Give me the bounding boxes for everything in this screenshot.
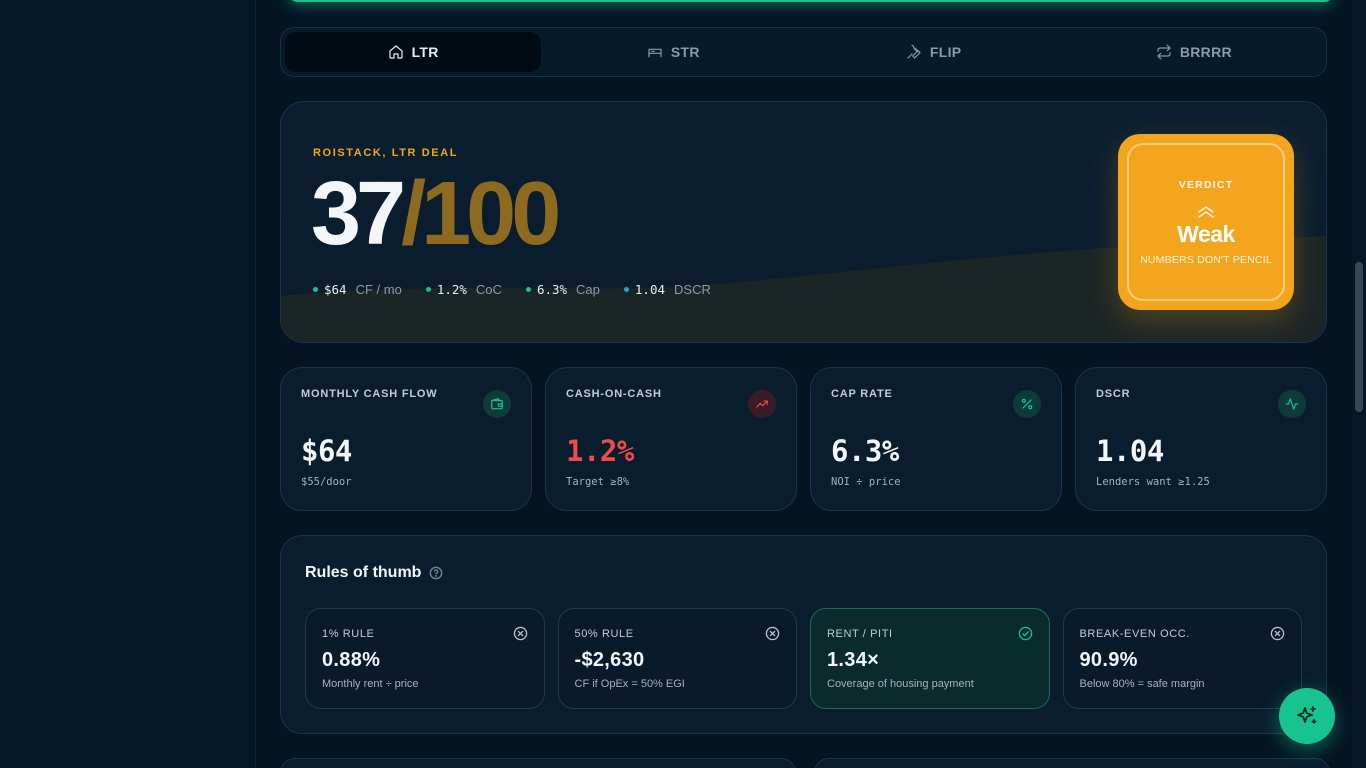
rule-value: 0.88% [322,649,381,671]
kpi-card-cash-flow: MONTHLY CASH FLOW $64 $55/door [280,367,532,511]
metric-cash-flow: $64 CF / mo [313,282,402,297]
x-circle-icon [1270,626,1285,641]
activity-icon [1278,390,1306,418]
main-content: LTR STR FLIP BRRRR ROISTACK, LTR DEAL 37… [256,0,1352,768]
verdict-subtitle: NUMBERS DON'T PENCIL [1140,254,1272,266]
chevrons-up-icon [1198,206,1214,218]
kpi-value: 1.04 [1096,434,1164,468]
metric-value: 1.2% [436,282,467,297]
wallet-icon [483,390,511,418]
tab-flip[interactable]: FLIP [806,32,1062,72]
kpi-subtitle: Lenders want ≥1.25 [1096,476,1210,488]
rule-value: 1.34× [827,649,880,671]
tab-brrrr[interactable]: BRRRR [1066,32,1322,72]
kpi-card-cash-on-cash: CASH-ON-CASH 1.2% Target ≥8% [545,367,797,511]
rule-subtitle: Coverage of housing payment [827,678,974,690]
tab-label: BRRRR [1179,44,1232,60]
repeat-icon [1157,44,1171,60]
verdict-badge: VERDICT Weak NUMBERS DON'T PENCIL [1118,134,1294,310]
scrollbar[interactable] [1352,0,1366,768]
kpi-label: CAP RATE [831,388,893,400]
status-dot [525,287,531,292]
ai-assistant-button[interactable] [1279,688,1335,744]
primary-action-button[interactable] [288,0,1334,2]
metric-dscr: 1.04 DSCR [623,282,711,297]
metric-value: $64 [324,282,347,297]
status-dot [313,287,318,292]
kpi-subtitle: $55/door [301,476,352,488]
check-circle-icon [1018,626,1032,641]
status-dot [623,287,629,292]
verdict-word: Weak [1177,221,1235,247]
next-panel-left [280,758,796,768]
rule-label: 50% RULE [574,628,634,640]
metric-value: 6.3% [536,282,568,297]
status-dot [425,287,431,292]
kpi-subtitle: NOI ÷ price [831,476,901,488]
kpi-label: MONTHLY CASH FLOW [301,388,438,400]
tab-str[interactable]: STR [545,32,801,72]
rule-subtitle: CF if OpEx = 50% EGI [574,678,685,690]
rules-grid: 1% RULE 0.88% Monthly rent ÷ price 50% R… [305,608,1302,709]
kpi-value: 1.2% [566,434,634,468]
deal-score: 37/100 [311,164,561,264]
trending-up-icon [748,390,776,418]
kpi-label: DSCR [1096,388,1131,400]
rule-value: 90.9% [1079,649,1138,671]
x-circle-icon [513,626,527,641]
home-icon [388,45,403,59]
rule-label: 1% RULE [322,628,375,640]
rule-subtitle: Monthly rent ÷ price [322,678,419,690]
kpi-cards: MONTHLY CASH FLOW $64 $55/door CASH-ON-C… [280,367,1327,511]
hero-metrics: $64 CF / mo 1.2% CoC 6.3% Cap 1.04 DSCR [313,282,711,297]
kpi-card-cap-rate: CAP RATE 6.3% NOI ÷ price [810,367,1062,511]
verdict-inner: VERDICT Weak NUMBERS DON'T PENCIL [1127,143,1285,301]
rule-fifty-percent: 50% RULE -$2,630 CF if OpEx = 50% EGI [557,608,797,709]
metric-label: Cap [576,282,600,297]
kpi-value: $64 [301,434,352,468]
tab-label: FLIP [929,44,962,60]
rule-subtitle: Below 80% = safe margin [1079,678,1205,690]
deal-eyebrow: ROISTACK, LTR DEAL [313,147,459,159]
rule-rent-piti: RENT / PITI 1.34× Coverage of housing pa… [810,608,1050,709]
rule-label: RENT / PITI [827,628,893,640]
tab-label: LTR [411,44,439,60]
deal-score-hero: ROISTACK, LTR DEAL 37/100 $64 CF / mo 1.… [280,101,1327,343]
scrollbar-thumb[interactable] [1355,262,1363,412]
metric-value: 1.04 [634,282,666,297]
score-max: /100 [401,164,561,264]
help-circle-icon[interactable] [429,566,443,580]
kpi-value: 6.3% [831,434,899,468]
rules-title: Rules of thumb [305,564,443,582]
score-value: 37 [311,164,406,264]
percent-icon [1013,390,1041,418]
kpi-card-dscr: DSCR 1.04 Lenders want ≥1.25 [1075,367,1327,511]
metric-coc: 1.2% CoC [425,282,502,297]
tab-label: STR [670,44,700,60]
metric-label: CF / mo [355,282,402,297]
rule-break-even: BREAK-EVEN OCC. 90.9% Below 80% = safe m… [1062,608,1302,709]
sparkles-icon [1297,706,1317,724]
verdict-label: VERDICT [1178,179,1234,191]
tab-ltr[interactable]: LTR [285,32,542,72]
x-circle-icon [765,626,780,641]
metric-cap: 6.3% Cap [525,282,600,297]
kpi-subtitle: Target ≥8% [566,476,630,488]
wrench-icon [907,44,921,59]
rule-value: -$2,630 [574,649,645,671]
rule-label: BREAK-EVEN OCC. [1079,628,1190,640]
bed-icon [648,48,662,58]
next-panel-right [814,758,1330,768]
metric-label: CoC [475,282,502,297]
kpi-label: CASH-ON-CASH [566,388,662,400]
strategy-tabs: LTR STR FLIP BRRRR [280,27,1327,77]
metric-label: DSCR [674,282,711,297]
rules-title-text: Rules of thumb [305,564,422,581]
rule-one-percent: 1% RULE 0.88% Monthly rent ÷ price [305,608,545,709]
sidebar [0,0,256,768]
rules-of-thumb-panel: Rules of thumb 1% RULE 0.88% Monthly ren… [280,535,1327,734]
